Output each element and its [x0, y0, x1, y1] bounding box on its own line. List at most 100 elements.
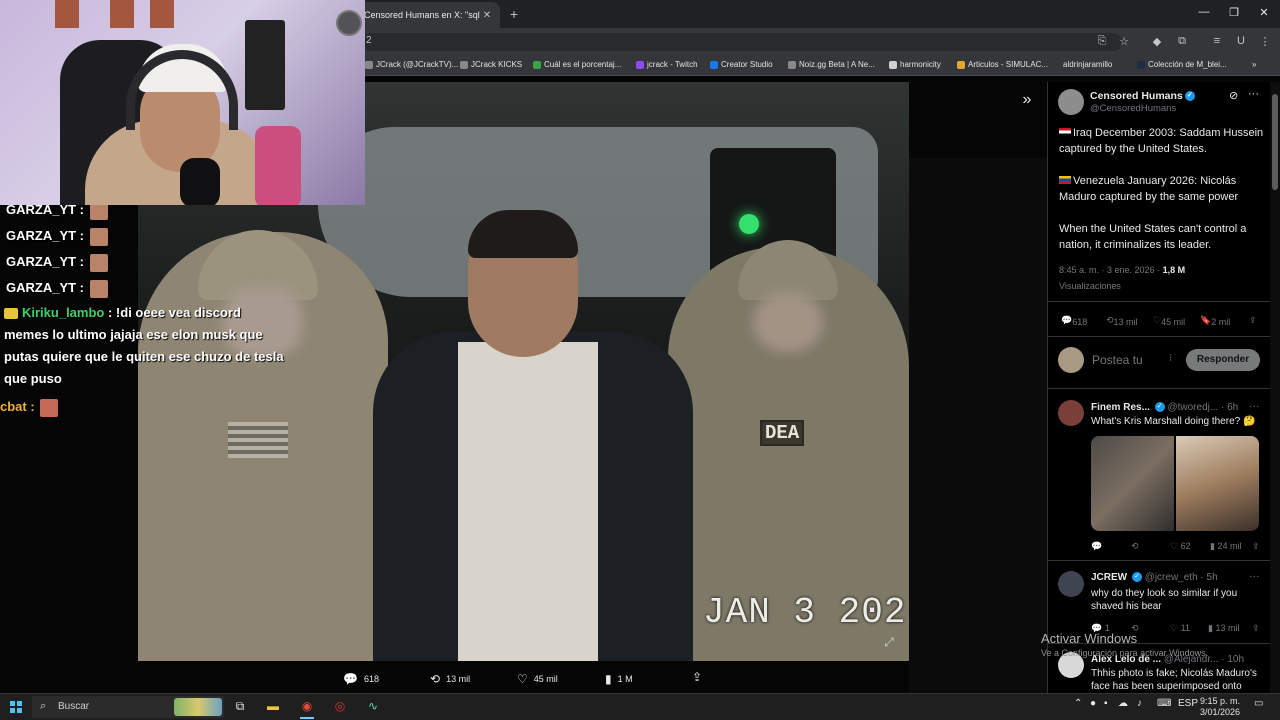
tray-mic-icon[interactable]: ●	[1090, 698, 1096, 709]
reply-avatar[interactable]	[1058, 571, 1084, 597]
reply-like[interactable]: ♡ 62	[1170, 541, 1191, 552]
profile-icon[interactable]: U	[1234, 35, 1248, 47]
reply-repost-icon[interactable]: ⟲	[1131, 541, 1139, 552]
reply-share-icon[interactable]: ⇪	[1252, 541, 1260, 552]
views-action[interactable]: ▮ 1 M	[605, 672, 633, 686]
expand-icon[interactable]: ⤢	[882, 635, 896, 650]
windows-start-icon[interactable]	[10, 701, 22, 713]
file-explorer-icon[interactable]: ▬	[264, 699, 282, 713]
more-options-icon[interactable]: ···	[1248, 88, 1259, 100]
reply-stat[interactable]: 💬 618	[1061, 315, 1087, 327]
bookmark-item[interactable]: harmonicity	[889, 60, 941, 69]
bookmark-item[interactable]: aldrinjaramillo	[1063, 60, 1112, 69]
more-options-icon[interactable]: ···	[1249, 400, 1260, 412]
bookmark-item[interactable]: Noiz.gg Beta | A Ne...	[788, 60, 875, 69]
chat-message: Kiriku_lambo : !di oeee vea discord meme…	[4, 302, 289, 390]
reply-image-2[interactable]	[1176, 436, 1259, 531]
bookmark-item[interactable]: Articulos - SIMULAC...	[957, 60, 1048, 69]
close-window-icon[interactable]: ✕	[1255, 6, 1273, 19]
bookmark-item[interactable]: Creator Studio	[710, 60, 773, 69]
task-view-icon[interactable]: ⧉	[231, 699, 249, 714]
reply-action[interactable]: 💬 618	[343, 672, 379, 686]
bookmark-label: Cuál es el porcentaj...	[544, 60, 622, 69]
new-tab-icon[interactable]: +	[506, 6, 522, 22]
bookmark-item[interactable]: jcrack - Twitch	[636, 60, 698, 69]
scrollbar[interactable]	[1270, 82, 1280, 693]
reply-author[interactable]: Finem Res...	[1091, 402, 1150, 413]
bookmark-item[interactable]: JCrack (@JCrackTV)...	[365, 60, 458, 69]
bookmark-favicon-icon	[788, 60, 796, 69]
like-action[interactable]: ♡ 45 mil	[517, 672, 558, 686]
extension-diamond-icon[interactable]: ◆	[1150, 35, 1164, 48]
tray-chevron-icon[interactable]: ⌃	[1074, 698, 1082, 709]
bookmark-item[interactable]: JCrack KICKS	[460, 60, 522, 69]
notifications-icon[interactable]: ▭	[1254, 698, 1263, 709]
bookmark-label: Colección de M_blei...	[1148, 60, 1227, 69]
detainee-hair	[468, 210, 578, 258]
restore-icon[interactable]: ❐	[1225, 6, 1243, 19]
system-clock[interactable]: 9:15 p. m. 3/01/2026	[1196, 696, 1244, 718]
bookmark-favicon-icon	[889, 60, 897, 69]
comment-icon: 💬	[343, 672, 358, 686]
bookmark-stat-count: 2 mil	[1211, 317, 1231, 327]
reply-like[interactable]: ♡ 11	[1170, 623, 1190, 634]
reply-images[interactable]	[1091, 436, 1259, 531]
browser-tab[interactable]: Censored Humans en X: "sqlrac ✕	[358, 2, 500, 28]
flag-patch	[228, 422, 288, 458]
chat-line: cbat :	[0, 396, 59, 418]
bookmark-stat[interactable]: 🔖 2 mil	[1200, 315, 1230, 327]
reply-time: · 5h	[1200, 572, 1218, 583]
bookmark-item[interactable]: Colección de M_blei...	[1137, 60, 1227, 69]
reply-author[interactable]: JCREW	[1091, 572, 1127, 583]
repost-action[interactable]: ⟲ 13 mil	[430, 672, 470, 686]
share-stat-icon[interactable]: ⇪	[1249, 315, 1257, 326]
share-icon[interactable]: ⇪	[692, 670, 702, 684]
minimize-icon[interactable]: —	[1195, 6, 1213, 18]
tray-volume-icon[interactable]: ♪	[1137, 698, 1142, 709]
emoji-icon[interactable]: ⁝	[1169, 353, 1172, 364]
collapse-panel-icon[interactable]: »	[1018, 91, 1036, 109]
like-stat[interactable]: ♡ 45 mil	[1153, 315, 1185, 327]
taskbar-search[interactable]: ⌕ Buscar	[32, 696, 224, 718]
close-tab-icon[interactable]: ✕	[480, 10, 494, 21]
repost-stat[interactable]: ⟲ 13 mil	[1106, 315, 1138, 327]
extensions-puzzle-icon[interactable]: ⧉	[1175, 35, 1189, 48]
more-options-icon[interactable]: ···	[1249, 570, 1260, 582]
app-wave-icon[interactable]: ∿	[364, 699, 382, 713]
verified-badge-icon: ✓	[1154, 402, 1165, 413]
scrollbar-thumb[interactable]	[1272, 94, 1278, 190]
tray-cloud-icon[interactable]: ☁	[1118, 698, 1128, 709]
chrome-menu-icon[interactable]: ⋮	[1258, 35, 1272, 48]
bookmark-item[interactable]: Cuál es el porcentaj...	[533, 60, 621, 69]
bookmarks-overflow-icon[interactable]: »	[1252, 60, 1256, 69]
search-highlight-image	[174, 698, 222, 716]
chrome-icon[interactable]: ◉	[298, 699, 316, 713]
media-controls-icon[interactable]: ≡	[1210, 35, 1224, 47]
reply-image-1[interactable]	[1091, 436, 1174, 531]
tray-app-icon[interactable]: ▪	[1104, 698, 1108, 709]
reply-button[interactable]: Responder	[1186, 349, 1260, 371]
reply-text: why do they look so similar if you shave…	[1091, 588, 1238, 612]
author-name[interactable]: Censored Humans ✓	[1090, 90, 1195, 102]
reply-avatar[interactable]	[1058, 400, 1084, 426]
reply-comment-icon[interactable]: 💬	[1091, 541, 1102, 552]
reply-views[interactable]: ▮ 24 mil	[1210, 541, 1241, 552]
tray-keyboard-icon[interactable]: ⌨	[1157, 698, 1171, 709]
reply-input[interactable]: Postea tu	[1092, 353, 1143, 367]
bookmark-label: harmonicity	[900, 60, 941, 69]
bookmark-star-icon[interactable]: ☆	[1117, 35, 1131, 48]
author-handle[interactable]: @CensoredHumans	[1090, 103, 1176, 114]
obs-icon[interactable]: ◎	[331, 699, 349, 713]
divider	[1048, 301, 1270, 302]
chat-line: GARZA_YT :	[6, 277, 108, 299]
reply-share-icon[interactable]: ⇪	[1252, 623, 1260, 634]
input-language[interactable]: ESP	[1178, 698, 1198, 709]
like-count: 45 mil	[533, 674, 558, 684]
grok-icon[interactable]: ⊘	[1229, 89, 1238, 102]
url-field[interactable]: 2	[362, 33, 1122, 51]
chat-username: GARZA_YT :	[6, 280, 84, 295]
author-avatar[interactable]	[1058, 89, 1084, 115]
reply-views[interactable]: ▮ 13 mil	[1208, 623, 1239, 634]
install-app-icon[interactable]: ⎘	[1095, 35, 1109, 48]
post-detail-panel: Censored Humans ✓ @CensoredHumans ⊘ ··· I…	[1047, 82, 1270, 693]
